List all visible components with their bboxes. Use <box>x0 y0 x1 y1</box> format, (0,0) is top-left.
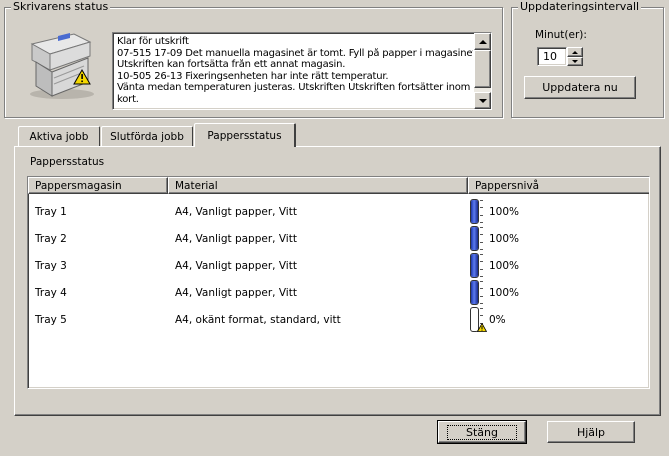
status-line: kort. <box>117 93 139 105</box>
material-name: A4, Vanligt papper, Vitt <box>175 259 297 272</box>
paper-level-label: 100% <box>489 286 520 299</box>
tray-name: Tray 3 <box>35 259 67 272</box>
scroll-down-button[interactable] <box>474 92 491 109</box>
paper-status-group-label: Pappersstatus <box>30 156 105 168</box>
tray-name: Tray 5 <box>35 313 67 326</box>
arrow-down-icon <box>478 98 487 103</box>
tab-label: Aktiva jobb <box>29 131 89 143</box>
paper-status-list[interactable]: Pappersmagasin Material Pappersnivå Tray… <box>27 176 650 389</box>
tab-active-jobs[interactable]: Aktiva jobb <box>18 126 100 147</box>
paper-level-fill <box>471 254 478 277</box>
minutes-spinner[interactable] <box>567 47 583 66</box>
printer-icon <box>22 26 100 102</box>
minutes-value: 10 <box>543 50 557 63</box>
tray-name: Tray 4 <box>35 286 67 299</box>
paper-level-gauge <box>470 280 479 305</box>
minutes-label: Minut(er): <box>535 29 587 41</box>
spin-up-button[interactable] <box>567 47 583 57</box>
status-message-box[interactable]: Klar för utskrift 07-515 17-09 Det manue… <box>112 32 492 110</box>
column-header-material[interactable]: Material <box>168 177 468 194</box>
close-label: Stäng <box>447 424 517 440</box>
paper-level-label: 100% <box>489 205 520 218</box>
warning-icon <box>477 323 487 332</box>
tray-name: Tray 1 <box>35 205 67 218</box>
table-row[interactable]: Tray 1 A4, Vanligt papper, Vitt 100% <box>28 198 649 225</box>
scroll-up-button[interactable] <box>474 33 491 50</box>
table-row[interactable]: Tray 5 A4, okänt format, standard, vitt 0% <box>28 306 649 333</box>
level-ticks <box>480 226 484 251</box>
column-header-tray[interactable]: Pappersmagasin <box>28 177 168 194</box>
paper-level-gauge <box>470 253 479 278</box>
column-header-label: Pappersmagasin <box>35 179 122 192</box>
status-scrollbar[interactable] <box>474 33 491 109</box>
status-line: 07-515 17-09 Det manuella magasinet är t… <box>117 47 473 59</box>
paper-level-gauge <box>470 226 479 251</box>
paper-level-fill <box>471 227 478 250</box>
update-now-button[interactable]: Uppdatera nu <box>524 76 636 99</box>
table-row[interactable]: Tray 4 A4, Vanligt papper, Vitt 100% <box>28 279 649 306</box>
status-line: Utskriften kan fortsätta från ett annat … <box>117 59 346 71</box>
material-name: A4, Vanligt papper, Vitt <box>175 232 297 245</box>
update-interval-group: Uppdateringsintervall <box>511 0 664 118</box>
material-name: A4, Vanligt papper, Vitt <box>175 286 297 299</box>
column-header-label: Material <box>175 179 218 192</box>
column-header-paper-level[interactable]: Pappersnivå <box>468 177 649 194</box>
minutes-input[interactable]: 10 <box>537 47 567 66</box>
help-label: Hjälp <box>576 425 606 439</box>
paper-level-label: 100% <box>489 232 520 245</box>
close-button[interactable]: Stäng <box>437 420 527 444</box>
status-message-text: Klar för utskrift 07-515 17-09 Det manue… <box>117 36 473 106</box>
active-tab-joiner <box>195 145 294 148</box>
tray-name: Tray 2 <box>35 232 67 245</box>
help-button[interactable]: Hjälp <box>547 421 635 443</box>
scroll-thumb[interactable] <box>474 50 491 88</box>
paper-level-label: 100% <box>489 259 520 272</box>
tab-paper-status[interactable]: Pappersstatus <box>194 123 296 147</box>
status-line: 10-505 26-13 Fixeringsenheten har inte r… <box>117 70 389 82</box>
tab-label: Slutförda jobb <box>110 131 184 143</box>
paper-level-label: 0% <box>489 313 506 326</box>
level-ticks <box>480 199 484 224</box>
tab-label: Pappersstatus <box>207 129 282 142</box>
paper-level-fill <box>471 281 478 304</box>
arrow-up-icon <box>572 50 578 54</box>
update-interval-legend: Uppdateringsintervall <box>518 0 642 14</box>
material-name: A4, Vanligt papper, Vitt <box>175 205 297 218</box>
table-row[interactable]: Tray 3 A4, Vanligt papper, Vitt 100% <box>28 252 649 279</box>
status-line: Vänta medan temperaturen justeras. Utskr… <box>117 82 471 94</box>
table-row[interactable]: Tray 2 A4, Vanligt papper, Vitt 100% <box>28 225 649 252</box>
paper-level-fill <box>471 200 478 223</box>
arrow-down-icon <box>572 60 578 63</box>
material-name: A4, okänt format, standard, vitt <box>175 313 341 326</box>
paper-level-gauge <box>470 199 479 224</box>
update-now-label: Uppdatera nu <box>542 81 618 94</box>
level-ticks <box>480 280 484 305</box>
spin-down-button[interactable] <box>567 57 583 66</box>
tab-completed-jobs[interactable]: Slutförda jobb <box>101 126 193 147</box>
printer-status-legend: Skrivarens status <box>11 0 111 14</box>
arrow-up-icon <box>478 39 487 44</box>
level-ticks <box>480 253 484 278</box>
status-line: Klar för utskrift <box>117 36 189 47</box>
column-header-label: Pappersnivå <box>475 179 540 192</box>
